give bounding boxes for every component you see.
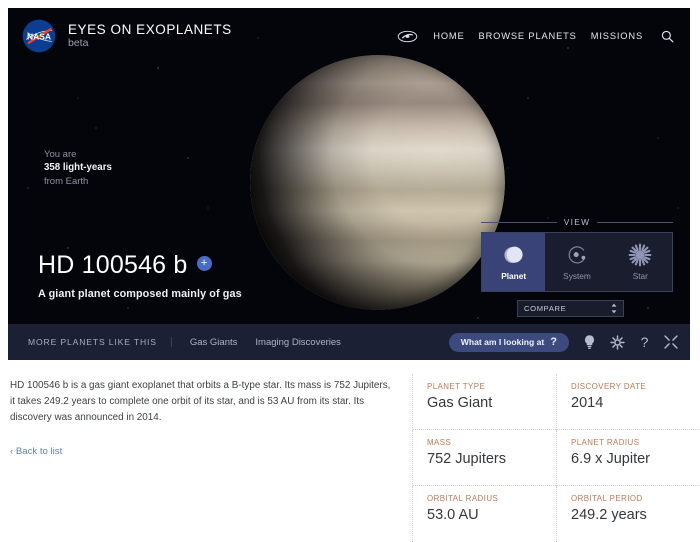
nav-links: HOME BROWSE PLANETS MISSIONS <box>397 30 674 43</box>
planet-details-section: HD 100546 b is a gas giant exoplanet tha… <box>0 366 700 542</box>
fact-value: Gas Giant <box>427 395 493 411</box>
fact-value: 53.0 AU <box>427 507 479 523</box>
fact-label: DISCOVERY DATE <box>571 382 647 391</box>
view-option-star[interactable]: Star <box>609 233 672 291</box>
compare-dropdown-value: COMPARE <box>524 304 567 313</box>
view-option-system-label: System <box>563 271 591 281</box>
hero-toolbar: MORE PLANETS LIKE THIS Gas Giants Imagin… <box>8 324 690 360</box>
expand-collapse-icon[interactable] <box>664 335 678 349</box>
fact-label: ORBITAL RADIUS <box>427 494 499 503</box>
fact-planet-radius: PLANET RADIUS 6.9 x Jupiter <box>556 430 700 486</box>
distance-from-earth: You are 358 light-years from Earth <box>44 148 112 189</box>
view-option-star-label: Star <box>632 271 648 281</box>
view-header-rule-right <box>597 221 674 223</box>
view-header-rule-left <box>481 221 557 223</box>
search-icon[interactable] <box>661 30 674 43</box>
nav-item-missions[interactable]: MISSIONS <box>591 31 643 41</box>
star-burst-icon <box>628 243 652 267</box>
nav-item-browse-planets[interactable]: BROWSE PLANETS <box>479 31 577 41</box>
fact-label: ORBITAL PERIOD <box>571 494 643 503</box>
planet-facts-grid: PLANET TYPE Gas Giant DISCOVERY DATE 201… <box>412 366 700 542</box>
hero-viewer: NASA EYES ON EXOPLANETS beta HOME BROWSE… <box>8 8 690 360</box>
add-favorite-plus-badge[interactable]: + <box>196 256 212 271</box>
nav-item-home[interactable]: HOME <box>433 31 464 41</box>
toolbar-tag-gas-giants[interactable]: Gas Giants <box>190 337 238 348</box>
fact-value: 6.9 x Jupiter <box>571 451 650 467</box>
svg-text:?: ? <box>641 334 649 350</box>
view-options-group: Planet System Star <box>481 232 673 292</box>
view-panel-header: VIEW <box>481 217 674 227</box>
fact-value: 752 Jupiters <box>427 451 506 467</box>
compare-dropdown[interactable]: COMPARE <box>517 300 624 317</box>
app-title: EYES ON EXOPLANETS <box>68 22 232 38</box>
planet-tagline: A giant planet composed mainly of gas <box>38 288 242 300</box>
fact-label: PLANET TYPE <box>427 382 486 391</box>
fact-mass: MASS 752 Jupiters <box>412 430 556 486</box>
wail-button-label: What am I looking at <box>460 337 545 347</box>
planet-description: HD 100546 b is a gas giant exoplanet tha… <box>10 380 391 424</box>
orbit-system-icon <box>568 246 586 264</box>
back-to-list-link[interactable]: ‹ Back to list <box>10 446 62 457</box>
nasa-meatball-logo[interactable]: NASA <box>22 19 56 53</box>
description-column: HD 100546 b is a gas giant exoplanet tha… <box>0 366 412 542</box>
fact-label: MASS <box>427 438 452 447</box>
fact-discovery-date: DISCOVERY DATE 2014 <box>556 374 700 430</box>
lightbulb-icon[interactable] <box>583 334 596 350</box>
view-panel-title: VIEW <box>563 217 591 227</box>
planet-title-block: HD 100546 b + A giant planet composed mai… <box>38 251 242 300</box>
view-option-system[interactable]: System <box>545 233 608 291</box>
more-planets-like-this-heading[interactable]: MORE PLANETS LIKE THIS <box>28 337 172 347</box>
planet-render-hd100546b[interactable] <box>250 55 505 310</box>
planet-limb-darkening <box>250 55 505 310</box>
toolbar-tag-imaging-discoveries[interactable]: Imaging Discoveries <box>255 337 341 348</box>
page-title: HD 100546 b <box>38 251 188 279</box>
distance-line-prefix: You are <box>44 149 77 160</box>
app-subtitle-beta: beta <box>68 37 89 50</box>
fact-planet-type: PLANET TYPE Gas Giant <box>412 374 556 430</box>
help-question-icon[interactable]: ? <box>639 334 650 350</box>
svg-text:NASA: NASA <box>27 31 51 41</box>
view-panel: VIEW Planet System Star COMPARE <box>481 217 674 317</box>
galaxy-icon[interactable] <box>397 30 418 43</box>
view-option-planet[interactable]: Planet <box>482 233 546 291</box>
wail-question-mark: ? <box>550 336 557 348</box>
brand-block: EYES ON EXOPLANETS beta <box>68 22 232 50</box>
view-option-planet-label: Planet <box>501 271 527 281</box>
fact-orbital-radius: ORBITAL RADIUS 53.0 AU <box>412 486 556 542</box>
gear-icon[interactable] <box>610 334 625 350</box>
fact-value: 2014 <box>571 395 604 411</box>
distance-value: 358 light-years <box>44 162 112 174</box>
up-down-stepper-icon <box>611 303 617 314</box>
fact-label: PLANET RADIUS <box>571 438 640 447</box>
what-am-i-looking-at-button[interactable]: What am I looking at ? <box>448 332 569 352</box>
top-navigation-bar: NASA EYES ON EXOPLANETS beta HOME BROWSE… <box>8 8 690 64</box>
fact-orbital-period: ORBITAL PERIOD 249.2 years <box>556 486 700 542</box>
distance-line-suffix: from Earth <box>44 176 89 188</box>
fact-value: 249.2 years <box>571 507 647 523</box>
planet-sphere-icon <box>504 246 523 263</box>
